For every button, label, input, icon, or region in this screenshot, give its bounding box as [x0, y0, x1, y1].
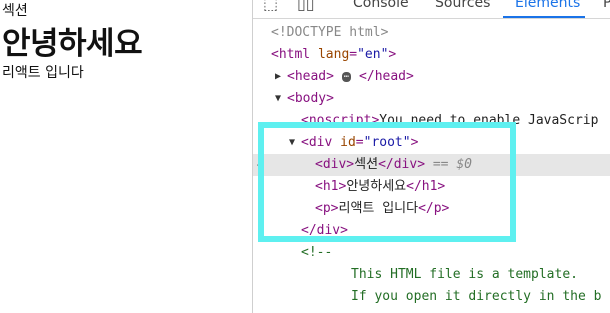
collapse-body-icon[interactable]: ▼ — [275, 88, 281, 110]
comment-open: <!-- — [301, 245, 333, 260]
page-paragraph: 리액트 입니다 — [2, 65, 84, 81]
comment-line-1: This HTML file is a template. — [351, 267, 578, 282]
comment-line-2: If you open it directly in the b — [351, 289, 602, 304]
tree-row-body[interactable]: ▼ <body> — [253, 88, 610, 110]
html-lang-value: "en" — [357, 47, 389, 62]
doctype-text: <!DOCTYPE html> — [271, 25, 389, 40]
tab-performance[interactable]: P — [603, 0, 610, 11]
tree-row-comment[interactable]: <!-- — [253, 242, 610, 264]
tree-row-html[interactable]: <html lang="en"> — [253, 44, 610, 66]
tab-sources[interactable]: Sources — [435, 0, 490, 11]
expand-head-icon[interactable]: ▶ — [275, 66, 281, 88]
active-tab-indicator — [503, 16, 585, 18]
tree-row-comment-line-1: This HTML file is a template. — [253, 264, 610, 286]
body-open-tag: <body> — [287, 91, 334, 106]
inspect-element-icon[interactable]: ⬚ — [263, 0, 278, 13]
collapsed-content-icon[interactable]: ⋯ — [341, 71, 352, 82]
head-tag: <head> ⋯ </head> — [287, 66, 414, 88]
tab-console[interactable]: Console — [353, 0, 409, 11]
html-tag: <html lang="en"> — [271, 47, 397, 62]
html-open-tag: <html — [271, 47, 311, 62]
head-open-tag: <head> — [287, 69, 334, 84]
head-close-tag: </head> — [359, 69, 414, 84]
html-close-bracket: > — [388, 47, 397, 62]
tab-elements[interactable]: Elements — [515, 0, 580, 11]
html-lang-attr: lang — [317, 47, 350, 62]
device-toolbar-icon[interactable]: ▯▯ — [297, 0, 315, 13]
tree-row-doctype[interactable]: <!DOCTYPE html> — [253, 22, 610, 44]
page-heading: 안녕하세요 — [2, 26, 143, 62]
rendered-page: 섹션 안녕하세요 리액트 입니다 — [0, 0, 252, 313]
annotation-highlight-box — [258, 122, 516, 242]
tree-row-head[interactable]: ▶ <head> ⋯ </head> — [253, 66, 610, 88]
devtools-toolbar: ⬚ ▯▯ Console Sources Elements P — [253, 0, 610, 19]
tree-row-comment-line-2: If you open it directly in the b — [253, 286, 610, 308]
section-text: 섹션 — [2, 3, 28, 19]
